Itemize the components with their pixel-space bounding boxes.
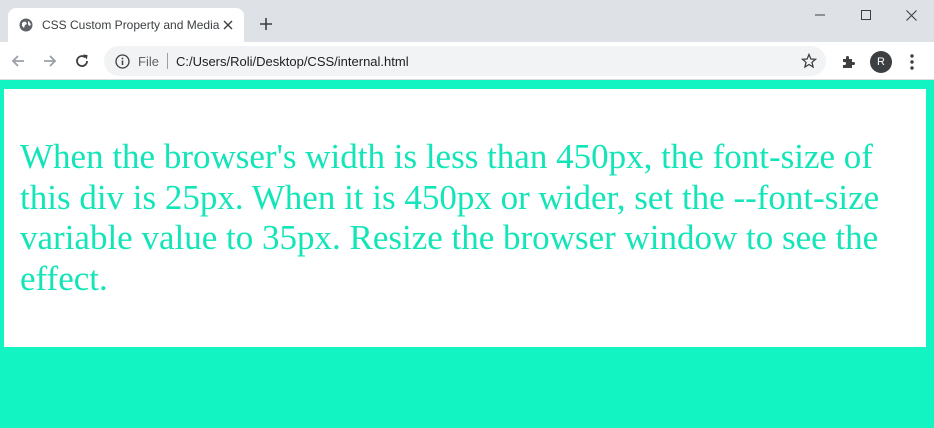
window-close-icon[interactable] xyxy=(888,0,934,30)
omnibox-divider xyxy=(166,53,168,69)
avatar[interactable]: R xyxy=(870,51,892,73)
url-text[interactable]: C:/Users/Roli/Desktop/CSS/internal.html xyxy=(176,54,409,69)
forward-icon[interactable] xyxy=(38,49,62,73)
reload-icon[interactable] xyxy=(70,49,94,73)
address-bar[interactable]: File C:/Users/Roli/Desktop/CSS/internal.… xyxy=(104,46,826,76)
scheme-label: File xyxy=(138,53,159,69)
new-tab-button[interactable] xyxy=(256,14,276,34)
page-viewport: When the browser's width is less than 45… xyxy=(0,80,934,428)
minimize-icon[interactable] xyxy=(797,0,843,30)
star-icon[interactable] xyxy=(800,52,818,70)
content-div: When the browser's width is less than 45… xyxy=(4,89,926,347)
close-icon[interactable] xyxy=(220,17,236,33)
puzzle-icon[interactable] xyxy=(838,52,858,72)
browser-toolbar: File C:/Users/Roli/Desktop/CSS/internal.… xyxy=(0,42,934,80)
tab-strip: CSS Custom Property and Media xyxy=(0,0,934,42)
back-icon[interactable] xyxy=(6,49,30,73)
browser-tab[interactable]: CSS Custom Property and Media xyxy=(8,8,244,42)
tab-title: CSS Custom Property and Media xyxy=(42,18,220,32)
content-text: When the browser's width is less than 45… xyxy=(20,137,880,298)
globe-icon xyxy=(18,17,34,33)
kebab-menu-icon[interactable] xyxy=(902,52,922,72)
info-icon[interactable] xyxy=(114,53,130,69)
maximize-icon[interactable] xyxy=(843,0,889,30)
